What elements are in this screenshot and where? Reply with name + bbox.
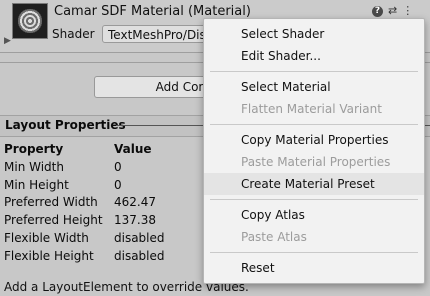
material-title: Camar SDF Material (Material) [54, 4, 251, 19]
material-preview-thumbnail [12, 3, 48, 39]
help-icon[interactable]: ? [372, 5, 383, 17]
menu-item-paste-atlas: Paste Atlas [241, 230, 307, 244]
column-header-property: Property [4, 142, 64, 156]
menu-item-flatten-material-variant: Flatten Material Variant [241, 102, 382, 116]
menu-item-create-material-preset[interactable]: Create Material Preset [204, 173, 424, 195]
header-icon-group: ? ⇄ ⋮ [372, 4, 413, 18]
layout-properties-title: Layout Properties [5, 118, 126, 132]
table-row: Preferred Width 462.47 [4, 195, 204, 213]
context-menu: Select Shader Edit Shader... Select Mate… [203, 18, 425, 284]
property-value: 0 [114, 159, 122, 174]
table-row: Preferred Height 137.38 [4, 213, 204, 231]
table-row: Flexible Width disabled [4, 231, 204, 249]
property-value: disabled [114, 248, 165, 263]
property-value: 137.38 [114, 213, 156, 228]
property-name: Flexible Width [4, 230, 89, 245]
menu-item-edit-shader[interactable]: Edit Shader... [204, 45, 424, 67]
menu-separator [210, 71, 418, 72]
property-name: Flexible Height [4, 248, 94, 263]
menu-item-copy-material-properties[interactable]: Copy Material Properties [204, 129, 424, 151]
menu-item-select-material[interactable]: Select Material [204, 76, 424, 98]
property-value: disabled [114, 230, 165, 245]
shader-label: Shader [52, 27, 95, 41]
foldout-arrow-icon[interactable]: ▶ [4, 36, 11, 46]
table-row: Min Width 0 [4, 160, 204, 178]
property-value: 0 [114, 177, 122, 192]
table-row: Min Height 0 [4, 178, 204, 196]
menu-separator [210, 252, 418, 253]
property-name: Preferred Height [4, 213, 103, 228]
column-header-value: Value [114, 142, 152, 156]
presets-icon[interactable]: ⇄ [388, 5, 397, 17]
layout-properties-table: Property Value Min Width 0 Min Height 0 … [4, 142, 204, 267]
menu-item-reset[interactable]: Reset [204, 257, 424, 279]
property-name: Min Height [4, 177, 69, 192]
menu-separator [210, 199, 418, 200]
more-vertical-icon[interactable]: ⋮ [402, 5, 413, 17]
menu-item-paste-material-properties: Paste Material Properties [241, 155, 391, 169]
property-value: 462.47 [114, 195, 156, 210]
table-header-row: Property Value [4, 142, 204, 160]
table-row: Flexible Height disabled [4, 249, 204, 267]
menu-item-select-shader[interactable]: Select Shader [204, 23, 424, 45]
property-name: Min Width [4, 159, 64, 174]
menu-separator [210, 124, 418, 125]
property-name: Preferred Width [4, 195, 98, 210]
menu-item-copy-atlas[interactable]: Copy Atlas [204, 204, 424, 226]
